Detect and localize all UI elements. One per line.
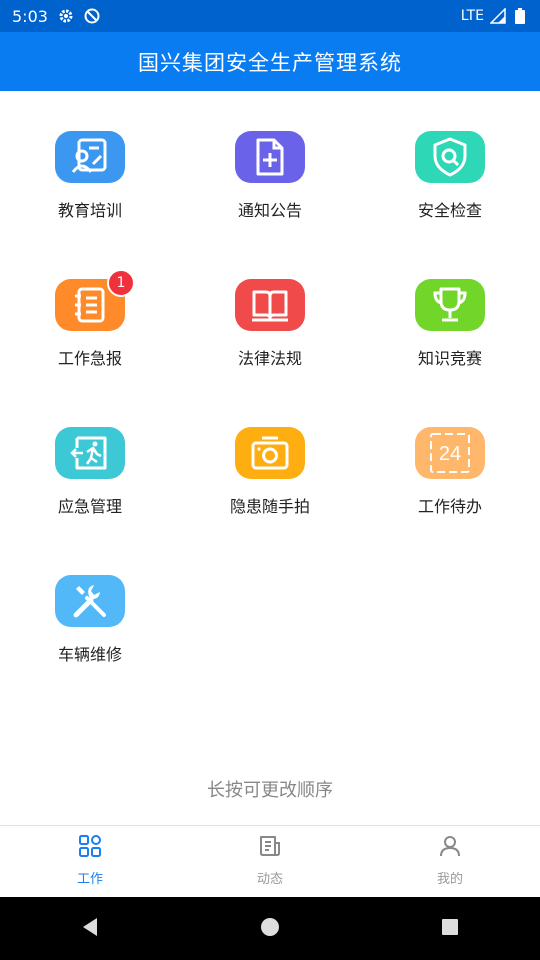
tile-label: 工作急报	[57, 349, 122, 368]
tile-label: 车辆维修	[57, 645, 122, 664]
book-icon	[235, 279, 305, 331]
tile-label: 法律法规	[237, 349, 302, 368]
emergency-exit-icon	[55, 427, 125, 479]
trophy-icon	[415, 279, 485, 331]
tile-label: 应急管理	[57, 497, 122, 516]
settings-icon	[58, 8, 74, 24]
user-icon	[438, 834, 462, 862]
home-icon[interactable]	[259, 916, 281, 942]
page-title: 国兴集团安全生产管理系统	[138, 50, 402, 75]
status-time: 5:03	[12, 6, 48, 26]
do-not-disturb-icon	[84, 8, 100, 24]
bottom-tab-bar: 工作 动态 我的	[0, 825, 540, 898]
tab-label: 工作	[76, 872, 103, 887]
tile-todo[interactable]: 24 工作待办	[375, 387, 525, 517]
recents-icon[interactable]	[439, 916, 461, 942]
camera-icon	[235, 427, 305, 479]
tile-label: 工作待办	[417, 497, 482, 516]
calendar-24-icon: 24	[415, 427, 485, 479]
calendar-day-text: 24	[439, 443, 461, 465]
tile-label: 教育培训	[57, 201, 122, 220]
network-type: LTE	[460, 8, 484, 24]
tile-knowledge-contest[interactable]: 知识竞赛	[375, 239, 525, 369]
tile-label: 通知公告	[237, 201, 302, 220]
tile-label: 知识竞赛	[417, 349, 482, 368]
wrench-screwdriver-icon	[55, 575, 125, 627]
tab-label: 动态	[256, 872, 283, 887]
tile-laws[interactable]: 法律法规	[195, 239, 345, 369]
app-header: 国兴集团安全生产管理系统	[0, 32, 540, 91]
tile-safety-check[interactable]: 安全检查	[375, 91, 525, 221]
system-nav-bar	[0, 897, 540, 960]
tile-education-training[interactable]: 教育培训	[15, 91, 165, 221]
notification-badge: 1	[107, 269, 135, 297]
back-icon[interactable]	[79, 916, 101, 942]
tile-vehicle-repair[interactable]: 车辆维修	[15, 535, 165, 665]
tile-hazard-photo[interactable]: 隐患随手拍	[195, 387, 345, 517]
notebook-icon: 1	[55, 269, 135, 331]
reorder-hint: 长按可更改顺序	[207, 780, 333, 801]
battery-icon	[512, 8, 528, 24]
tab-label: 我的	[436, 872, 463, 887]
tile-label: 隐患随手拍	[229, 497, 310, 516]
training-icon	[55, 131, 125, 183]
document-add-icon	[235, 131, 305, 183]
status-bar: 5:03 LTE	[0, 0, 540, 32]
tab-work[interactable]: 工作	[0, 826, 180, 898]
tile-label: 安全检查	[417, 201, 482, 220]
tile-notice[interactable]: 通知公告	[195, 91, 345, 221]
tile-emergency[interactable]: 应急管理	[15, 387, 165, 517]
shield-search-icon	[415, 131, 485, 183]
signal-icon	[490, 8, 506, 24]
tab-mine[interactable]: 我的	[360, 826, 540, 898]
news-icon	[258, 834, 282, 862]
tile-urgent-report[interactable]: 1 工作急报	[15, 239, 165, 369]
tab-news[interactable]: 动态	[180, 826, 360, 898]
grid-icon	[78, 834, 102, 862]
